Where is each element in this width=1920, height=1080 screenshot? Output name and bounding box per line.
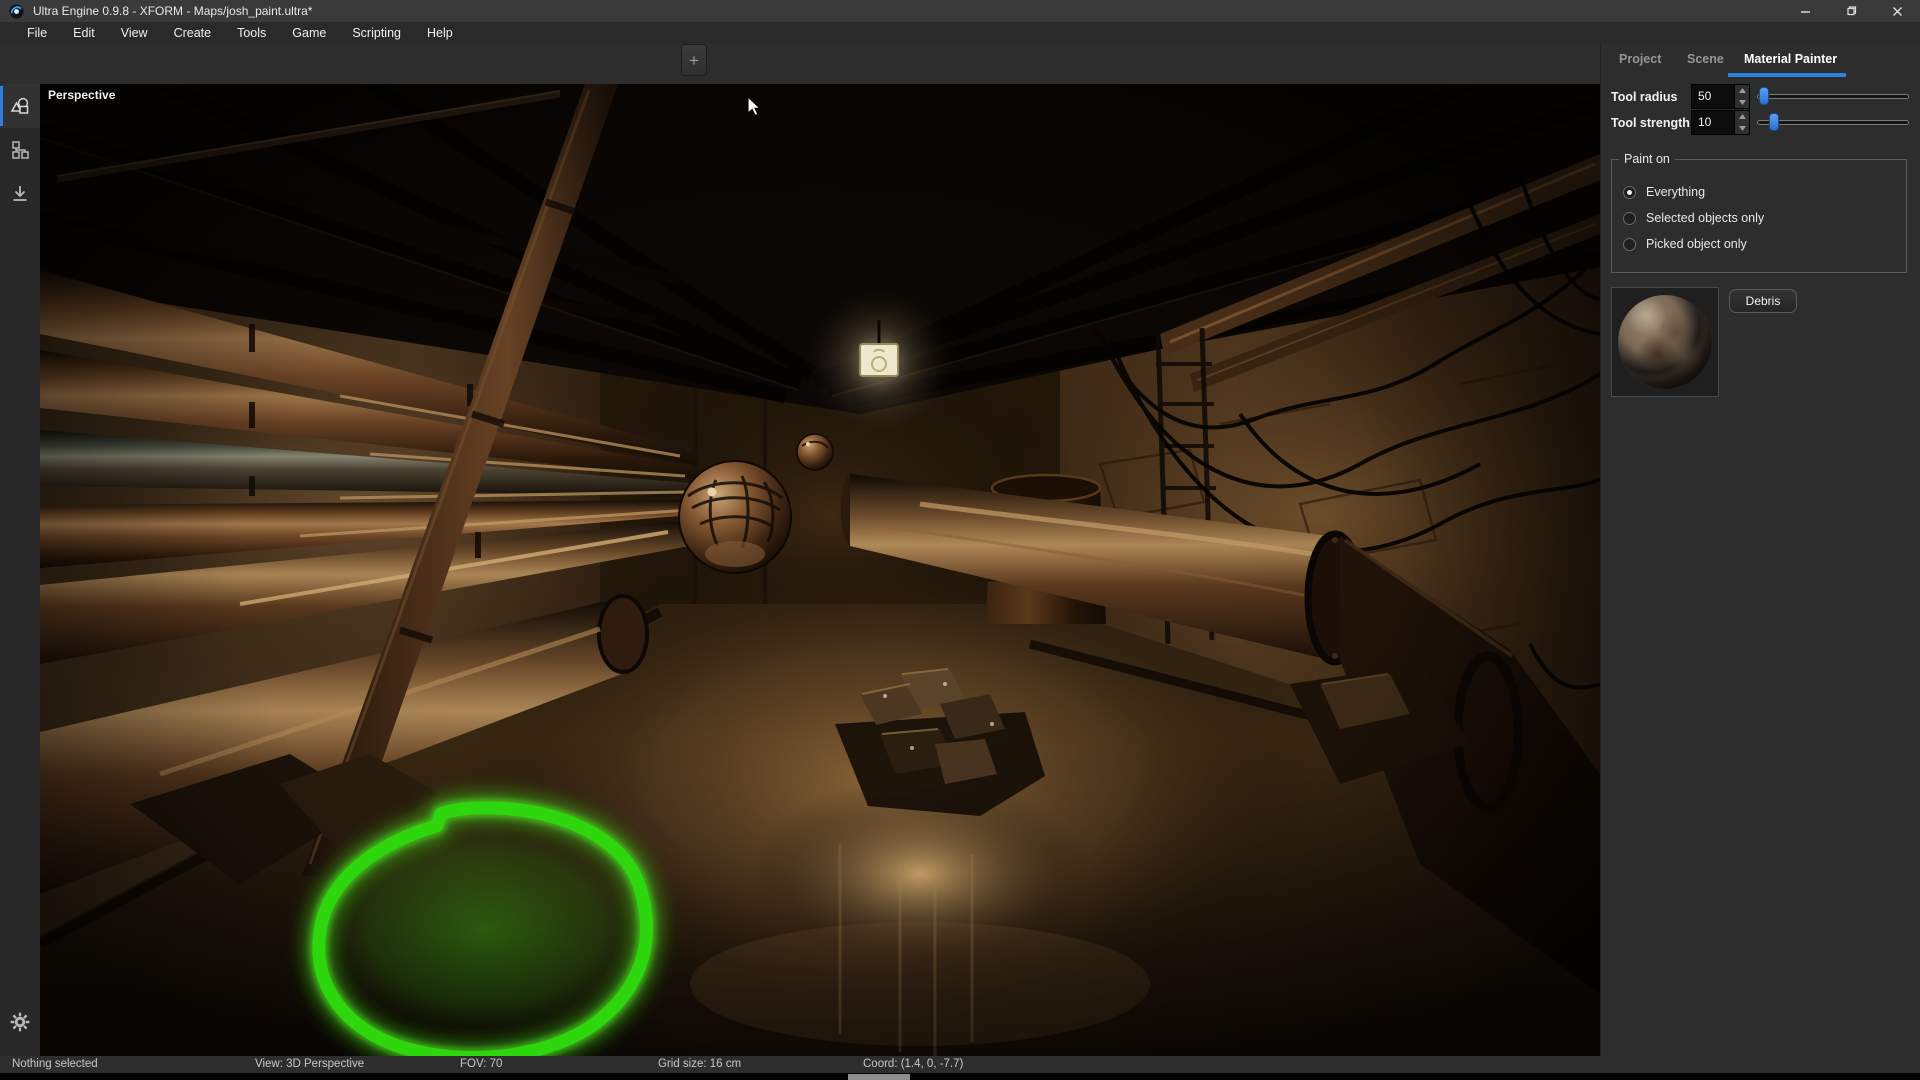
spin-up-icon[interactable] [1735, 85, 1749, 97]
radio-button-icon[interactable] [1623, 238, 1636, 251]
objects-icon [8, 94, 32, 118]
sidebar-settings-button[interactable] [0, 1000, 40, 1044]
minimize-icon [1800, 6, 1811, 17]
active-tab-underline [1728, 73, 1846, 77]
toolbar: 2 2 [0, 44, 1600, 84]
menu-file[interactable]: File [14, 22, 60, 44]
mouse-cursor [746, 96, 763, 118]
menu-scripting[interactable]: Scripting [339, 22, 414, 44]
add-primitive-button[interactable]: + [681, 44, 707, 76]
window-title: Ultra Engine 0.9.8 - XFORM - Maps/josh_p… [33, 4, 312, 18]
menu-create[interactable]: Create [161, 22, 225, 44]
radio-picked-object[interactable]: Picked object only [1623, 237, 1747, 251]
material-thumbnail[interactable] [1611, 287, 1719, 397]
app-logo-icon [9, 4, 24, 19]
paint-stroke [317, 808, 653, 1056]
viewport-view-label: Perspective [48, 88, 115, 102]
radio-button-icon[interactable] [1623, 212, 1636, 225]
paint-on-label: Paint on [1619, 152, 1675, 166]
sidebar-objects-button[interactable] [0, 84, 40, 128]
radio-everything[interactable]: Everything [1623, 185, 1705, 199]
menu-view[interactable]: View [108, 22, 161, 44]
tool-radius-label: Tool radius [1611, 90, 1677, 104]
sidebar-hierarchy-button[interactable] [0, 128, 40, 172]
tool-strength-slider-track[interactable] [1757, 120, 1909, 125]
gear-icon [9, 1011, 31, 1033]
bottom-edge-strip [0, 1073, 1920, 1080]
tool-radius-input[interactable]: 50 [1691, 84, 1750, 109]
status-bar: Nothing selected View: 3D Perspective FO… [0, 1056, 1920, 1073]
restore-button[interactable] [1828, 0, 1874, 22]
tool-strength-value: 10 [1692, 111, 1734, 134]
tool-strength-input[interactable]: 10 [1691, 110, 1750, 135]
tool-radius-slider-handle[interactable] [1759, 87, 1769, 105]
status-coordinates: Coord: (1.4, 0, -7.7) [863, 1056, 963, 1073]
spin-up-icon[interactable] [1735, 111, 1749, 123]
tool-strength-label: Tool strength [1611, 116, 1690, 130]
menu-tools[interactable]: Tools [224, 22, 279, 44]
material-name: Debris [1746, 294, 1781, 308]
material-sphere-preview [1618, 295, 1712, 389]
import-download-icon [9, 183, 31, 205]
menu-help[interactable]: Help [414, 22, 466, 44]
tab-material-painter[interactable]: Material Painter [1744, 52, 1837, 66]
title-bar: Ultra Engine 0.9.8 - XFORM - Maps/josh_p… [0, 0, 1920, 22]
close-button[interactable] [1874, 0, 1920, 22]
tab-project[interactable]: Project [1619, 52, 1661, 66]
ultra-engine-window: Ultra Engine 0.9.8 - XFORM - Maps/josh_p… [0, 0, 1920, 1080]
tool-strength-slider-handle[interactable] [1769, 113, 1779, 131]
viewport-3d[interactable]: Perspective [40, 84, 1600, 1056]
viewport-3d-scene [40, 84, 1600, 1056]
scene-vignette [40, 84, 1600, 1056]
spin-down-icon[interactable] [1735, 123, 1749, 135]
tool-radius-value: 50 [1692, 85, 1734, 108]
radio-picked-object-label: Picked object only [1646, 237, 1747, 251]
minimize-button[interactable] [1782, 0, 1828, 22]
status-fov: FOV: 70 [460, 1056, 502, 1073]
restore-icon [1845, 5, 1857, 17]
plus-icon: + [689, 52, 699, 69]
spin-down-icon[interactable] [1735, 97, 1749, 109]
close-icon [1892, 6, 1903, 17]
bottom-edge-segment [848, 1074, 910, 1080]
menu-edit[interactable]: Edit [60, 22, 108, 44]
tab-scene[interactable]: Scene [1687, 52, 1724, 66]
tool-strength-spinner[interactable] [1734, 111, 1749, 134]
tool-radius-slider-track[interactable] [1757, 94, 1909, 99]
material-debris-button[interactable]: Debris [1729, 289, 1797, 313]
radio-selected-objects-label: Selected objects only [1646, 211, 1764, 225]
sidebar-import-button[interactable] [0, 172, 40, 216]
radio-button-icon[interactable] [1623, 186, 1636, 199]
radio-selected-objects[interactable]: Selected objects only [1623, 211, 1764, 225]
menu-game[interactable]: Game [279, 22, 339, 44]
left-sidebar [0, 84, 40, 1056]
hierarchy-icon [9, 139, 31, 161]
tool-radius-spinner[interactable] [1734, 85, 1749, 108]
status-view: View: 3D Perspective [255, 1056, 364, 1073]
menu-bar: File Edit View Create Tools Game Scripti… [0, 22, 1920, 44]
right-panel: Project Scene Material Painter Tool radi… [1600, 44, 1920, 1080]
status-grid-size: Grid size: 16 cm [658, 1056, 741, 1073]
status-selection: Nothing selected [12, 1056, 98, 1073]
radio-everything-label: Everything [1646, 185, 1705, 199]
